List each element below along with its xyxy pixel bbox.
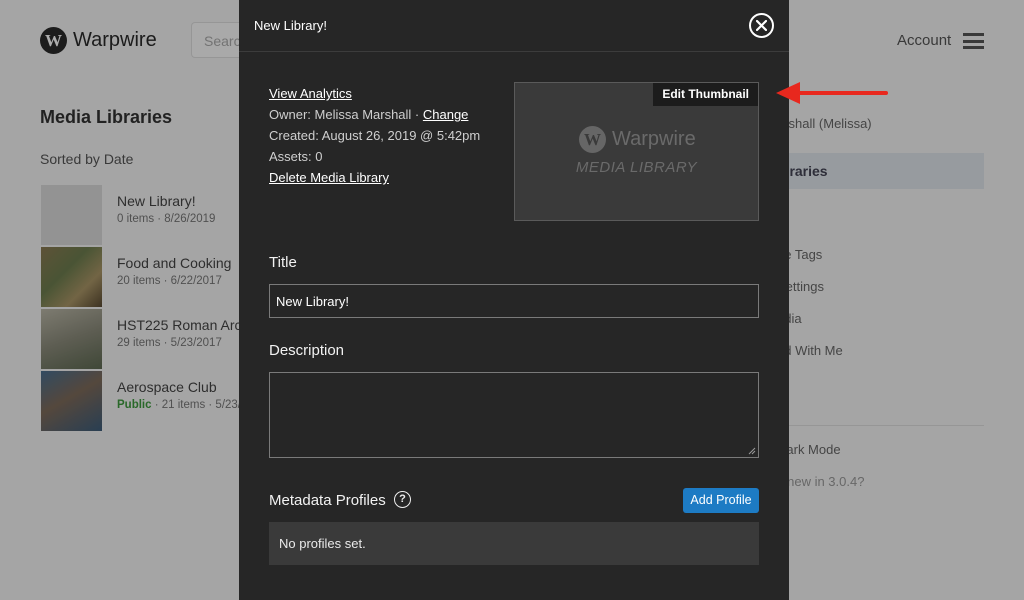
change-owner-link[interactable]: Change (423, 107, 469, 122)
red-arrow-icon (776, 82, 888, 104)
library-info: View Analytics Owner: Melissa Marshall ·… (269, 83, 480, 188)
edit-thumbnail-button[interactable]: Edit Thumbnail (653, 83, 758, 106)
assets-count: Assets: 0 (269, 149, 323, 164)
modal-title: New Library! (254, 18, 327, 33)
metadata-profiles-label: Metadata Profiles (269, 492, 386, 509)
description-field[interactable] (269, 372, 759, 458)
view-analytics-link[interactable]: View Analytics (269, 86, 352, 101)
add-profile-button[interactable]: Add Profile (683, 488, 759, 513)
close-icon[interactable] (749, 13, 774, 38)
library-thumbnail: W Warpwire MEDIA LIBRARY Edit Thumbnail (514, 82, 759, 221)
thumbnail-logo: W Warpwire (579, 126, 696, 153)
modal-header: New Library! (239, 0, 789, 52)
help-icon[interactable]: ? (394, 491, 411, 508)
profiles-list: No profiles set. (269, 522, 759, 565)
resize-grip-icon[interactable] (748, 447, 756, 455)
created-date: Created: August 26, 2019 @ 5:42pm (269, 128, 481, 143)
owner-text: Owner: Melissa Marshall · (269, 107, 423, 122)
edit-library-modal: New Library! View Analytics Owner: Melis… (239, 0, 789, 600)
title-label: Title (269, 254, 297, 271)
description-label: Description (269, 342, 345, 359)
thumbnail-subtitle: MEDIA LIBRARY (575, 159, 698, 176)
title-field[interactable] (269, 284, 759, 318)
delete-library-link[interactable]: Delete Media Library (269, 170, 389, 185)
